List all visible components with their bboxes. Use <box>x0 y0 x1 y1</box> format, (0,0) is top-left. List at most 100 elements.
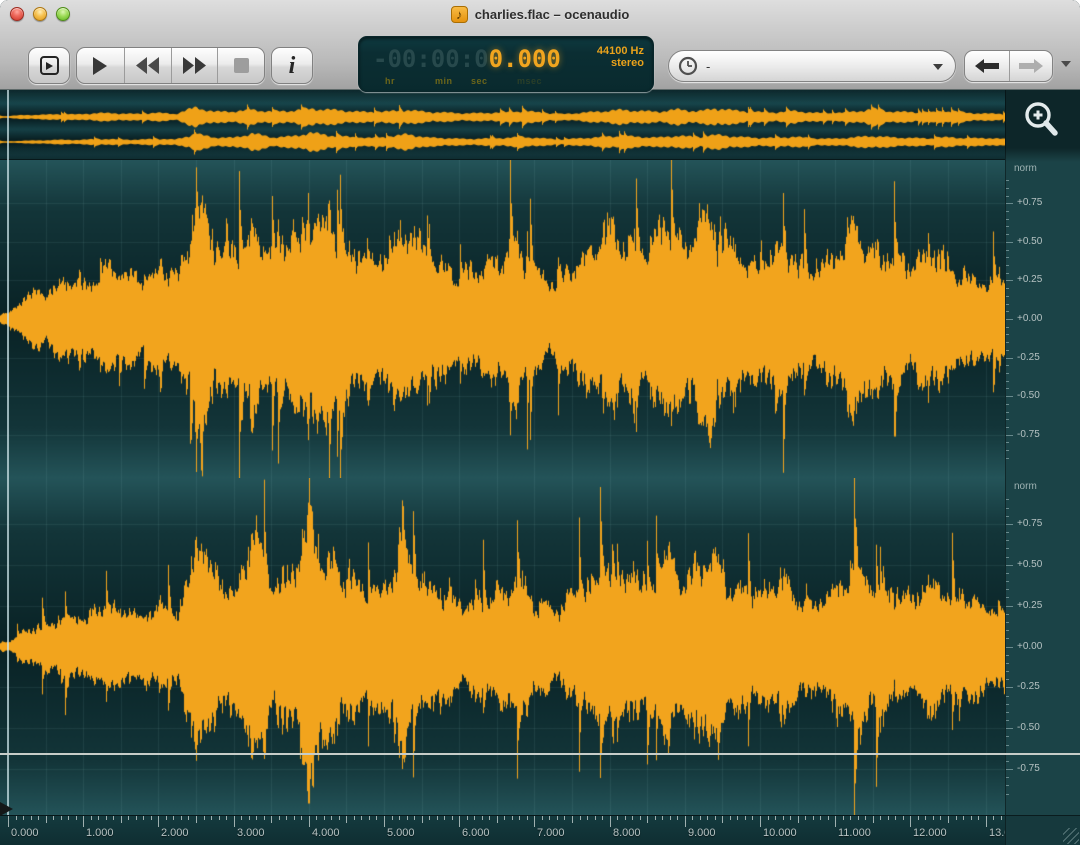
ruler-tick <box>775 816 776 820</box>
ruler-tick <box>903 816 904 820</box>
forward-button[interactable] <box>1008 51 1053 81</box>
ruler-tick <box>888 816 889 820</box>
overview-separator <box>0 159 1005 160</box>
ruler-tick <box>324 816 325 820</box>
ruler-tick <box>482 816 483 820</box>
norm-scale-button[interactable]: norm <box>1014 481 1037 492</box>
ruler-tick <box>301 816 302 820</box>
wave-area: 0.000 1.000 2.000 3.000 4.000 5.000 6.000 7.000… <box>0 90 1080 845</box>
scale-tick <box>1006 280 1013 281</box>
scale-tick <box>1006 396 1013 397</box>
ruler-tick <box>211 816 212 820</box>
scale-tick <box>1006 728 1013 729</box>
ruler-label: 12.000 <box>913 827 947 839</box>
ruler-tick <box>835 816 836 827</box>
scale-tick <box>1006 219 1009 220</box>
time-ruler[interactable]: 0.000 1.000 2.000 3.000 4.000 5.000 6.000 7.000… <box>0 815 1005 845</box>
scale-label: +0.25 <box>1017 274 1043 285</box>
ruler-tick <box>166 816 167 820</box>
ruler-tick <box>354 816 355 820</box>
scale-tick <box>1006 196 1009 197</box>
ruler-tick <box>249 816 250 820</box>
ruler-label: 4.000 <box>312 827 340 839</box>
dropdown-arrow-icon <box>933 64 943 70</box>
fast-forward-button[interactable] <box>170 48 218 83</box>
ruler-tick <box>798 816 799 823</box>
ruler-tick <box>963 816 964 820</box>
scale-tick <box>1006 311 1009 312</box>
ruler-tick <box>158 816 159 827</box>
scale-tick <box>1006 565 1013 566</box>
info-button[interactable]: i <box>271 47 313 84</box>
ruler-label: 7.000 <box>537 827 565 839</box>
scale-label: -0.75 <box>1017 429 1040 440</box>
scale-tick <box>1006 761 1009 762</box>
ruler-tick <box>925 816 926 820</box>
scale-tick <box>1006 265 1009 266</box>
scale-tick <box>1006 557 1009 558</box>
scale-tick <box>1006 234 1009 235</box>
ruler-tick <box>136 816 137 820</box>
ruler-label: 8.000 <box>613 827 641 839</box>
playhead-marker[interactable] <box>0 802 14 816</box>
ruler-tick <box>858 816 859 820</box>
ruler-tick <box>399 816 400 820</box>
ruler-tick <box>828 816 829 820</box>
ruler-tick <box>813 816 814 820</box>
ruler-tick <box>376 816 377 820</box>
play-button[interactable] <box>77 48 124 83</box>
ruler-tick <box>655 816 656 820</box>
scale-tick <box>1006 655 1009 656</box>
rewind-button[interactable] <box>123 48 171 83</box>
app-window: ♪ charlies.flac – ocenaudio i - -00:00:0… <box>0 0 1080 845</box>
ruler-tick <box>993 816 994 820</box>
ruler-tick <box>677 816 678 820</box>
ruler-tick <box>910 816 911 827</box>
play-selection-button[interactable] <box>28 47 70 84</box>
titlebar[interactable]: ♪ charlies.flac – ocenaudio <box>0 0 1080 28</box>
scale-tick <box>1006 720 1009 721</box>
overflow-chevron-icon[interactable] <box>1061 61 1071 67</box>
stop-button[interactable] <box>217 48 264 83</box>
scale-tick <box>1006 327 1009 328</box>
ruler-tick <box>587 816 588 820</box>
scale-tick <box>1006 597 1009 598</box>
back-button[interactable] <box>965 51 1009 81</box>
ruler-tick <box>188 816 189 820</box>
ruler-tick <box>580 816 581 820</box>
scale-tick <box>1006 589 1009 590</box>
ruler-tick <box>933 816 934 820</box>
time-display[interactable]: -00:00:00.000 hr min sec msec 44100 Hz s… <box>358 36 654 92</box>
stop-icon <box>233 58 249 73</box>
ruler-label: 1.000 <box>86 827 114 839</box>
scale-tick <box>1006 696 1009 697</box>
ruler-tick <box>113 816 114 820</box>
resize-grip-icon[interactable] <box>1063 828 1079 844</box>
ruler-tick <box>151 816 152 820</box>
play-icon <box>93 56 108 75</box>
ruler-tick <box>309 816 310 827</box>
scale-label: -0.50 <box>1017 722 1040 733</box>
ruler-tick <box>196 816 197 823</box>
ruler-tick <box>504 816 505 820</box>
format-info: 44100 Hz stereo <box>597 45 644 69</box>
playhead-line[interactable] <box>7 90 9 815</box>
scale-tick <box>1006 412 1009 413</box>
ruler-tick <box>850 816 851 820</box>
ruler-label: 9.000 <box>688 827 716 839</box>
ruler-tick <box>361 816 362 820</box>
ruler-tick <box>316 816 317 820</box>
scale-tick <box>1006 508 1009 509</box>
ruler-tick <box>715 816 716 820</box>
channel2-waveform-canvas[interactable] <box>0 478 1005 815</box>
ruler-tick <box>8 816 9 827</box>
overview-waveform-canvas[interactable] <box>0 90 1005 160</box>
scale-tick <box>1006 388 1009 389</box>
ruler-tick <box>602 816 603 820</box>
zoom-in-icon[interactable] <box>1022 100 1062 144</box>
scale-label: -0.50 <box>1017 390 1040 401</box>
channel1-waveform-canvas[interactable] <box>0 160 1005 478</box>
ruler-tick <box>873 816 874 823</box>
norm-scale-button[interactable]: norm <box>1014 163 1037 174</box>
marker-dropdown[interactable]: - <box>668 50 956 82</box>
